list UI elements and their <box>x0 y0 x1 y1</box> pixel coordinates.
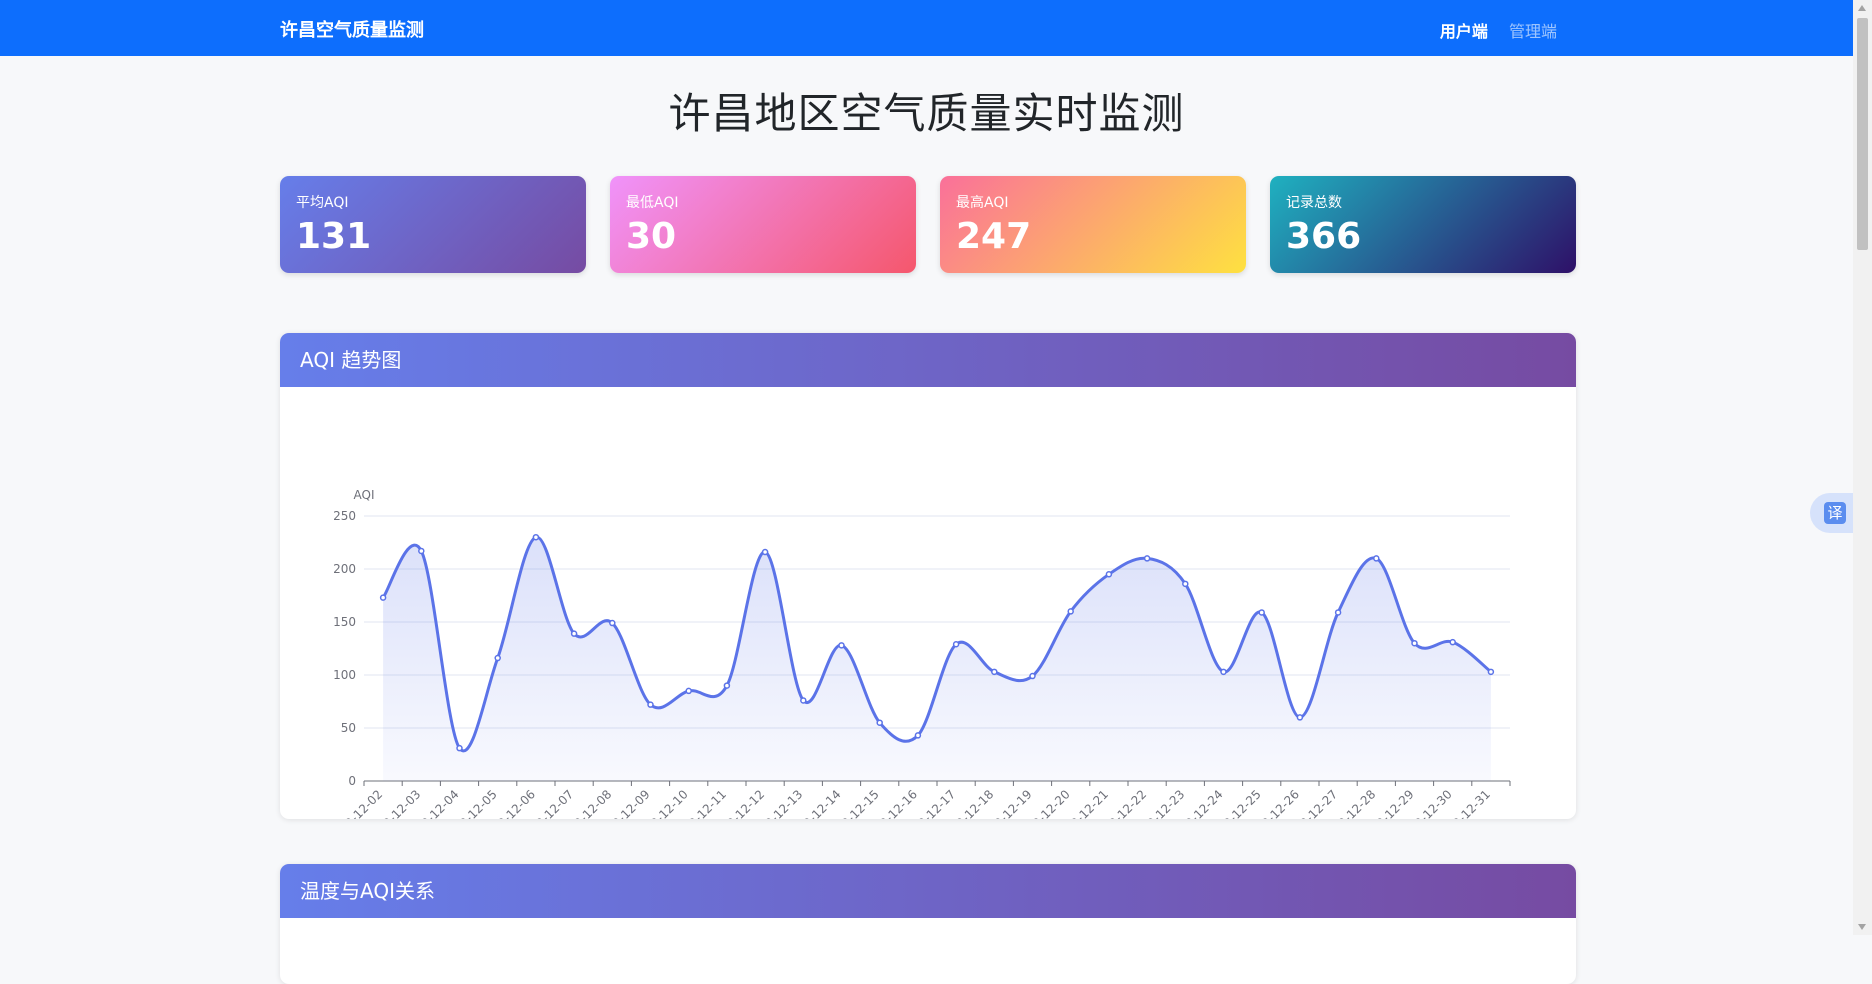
temp-aqi-panel-title: 温度与AQI关系 <box>280 864 1576 918</box>
translate-icon: 译 <box>1824 502 1846 524</box>
stat-card-record-count: 记录总数 366 <box>1270 176 1576 273</box>
data-point[interactable] <box>1411 639 1418 647</box>
data-point[interactable] <box>952 641 960 648</box>
data-point[interactable] <box>494 654 501 662</box>
stat-card-min-aqi: 最低AQI 30 <box>610 176 916 273</box>
nav-admin-link[interactable]: 管理端 <box>1509 22 1557 41</box>
data-point[interactable] <box>456 744 463 752</box>
data-point[interactable] <box>1105 571 1113 578</box>
x-tick-label: 2020-12-02 <box>326 787 385 819</box>
stat-value: 30 <box>626 216 677 257</box>
translate-button[interactable]: 译 <box>1810 493 1856 533</box>
data-point[interactable] <box>1334 609 1342 616</box>
data-point[interactable] <box>838 642 845 649</box>
stat-label: 最高AQI <box>956 195 1009 211</box>
y-tick-label: 150 <box>333 615 356 629</box>
data-point[interactable] <box>1258 609 1265 616</box>
data-point[interactable] <box>1029 672 1036 680</box>
stat-label: 最低AQI <box>626 195 679 211</box>
data-point[interactable] <box>1182 580 1189 588</box>
scroll-up-icon[interactable] <box>1858 5 1866 11</box>
y-tick-label: 100 <box>333 668 356 682</box>
aqi-trend-chart[interactable]: 0501001502002502020-12-022020-12-032020-… <box>280 387 1576 819</box>
data-point[interactable] <box>418 547 425 555</box>
data-point[interactable] <box>1143 555 1151 562</box>
y-tick-label: 200 <box>333 562 356 576</box>
data-point[interactable] <box>1220 668 1227 676</box>
scroll-thumb[interactable] <box>1857 18 1868 250</box>
data-point[interactable] <box>609 619 616 627</box>
nav-links: 用户端 管理端 <box>1424 18 1557 42</box>
data-point[interactable] <box>876 719 883 726</box>
data-point[interactable] <box>800 697 807 704</box>
data-point[interactable] <box>991 668 998 676</box>
data-point[interactable] <box>761 548 769 556</box>
y-tick-label: 0 <box>348 774 356 788</box>
stat-value: 366 <box>1286 216 1362 257</box>
y-axis-label: AQI <box>354 488 375 502</box>
stat-label: 记录总数 <box>1286 195 1342 211</box>
data-point[interactable] <box>914 732 922 739</box>
data-point[interactable] <box>1296 714 1304 721</box>
temp-aqi-panel: 温度与AQI关系 <box>280 864 1576 984</box>
data-point[interactable] <box>647 701 654 708</box>
page-title: 许昌地区空气质量实时监测 <box>668 89 1185 138</box>
stat-value: 247 <box>956 216 1032 257</box>
data-point[interactable] <box>379 594 387 601</box>
scroll-down-icon[interactable] <box>1858 924 1866 930</box>
stat-card-avg-aqi: 平均AQI 131 <box>280 176 586 273</box>
nav-user-link[interactable]: 用户端 <box>1440 22 1488 41</box>
data-point[interactable] <box>1449 638 1456 646</box>
stat-card-max-aqi: 最高AQI 247 <box>940 176 1246 273</box>
data-point[interactable] <box>570 630 578 637</box>
data-point[interactable] <box>723 682 731 689</box>
top-navbar: 许昌空气质量监测 用户端 管理端 <box>0 0 1853 56</box>
stat-label: 平均AQI <box>296 195 349 211</box>
data-point[interactable] <box>1373 555 1380 562</box>
brand-title[interactable]: 许昌空气质量监测 <box>280 16 424 42</box>
data-point[interactable] <box>1487 668 1495 676</box>
aqi-trend-panel-title: AQI 趋势图 <box>280 333 1576 387</box>
page-scrollbar[interactable] <box>1853 0 1872 935</box>
data-point[interactable] <box>532 533 540 541</box>
data-point[interactable] <box>685 687 692 695</box>
aqi-trend-panel: AQI 趋势图 0 50 100 150 200 250 2020-12-02 2020-12… <box>280 333 1576 819</box>
y-tick-label: 50 <box>341 721 356 735</box>
data-point[interactable] <box>1067 608 1074 615</box>
y-tick-label: 250 <box>333 509 356 523</box>
stat-value: 131 <box>296 216 372 257</box>
